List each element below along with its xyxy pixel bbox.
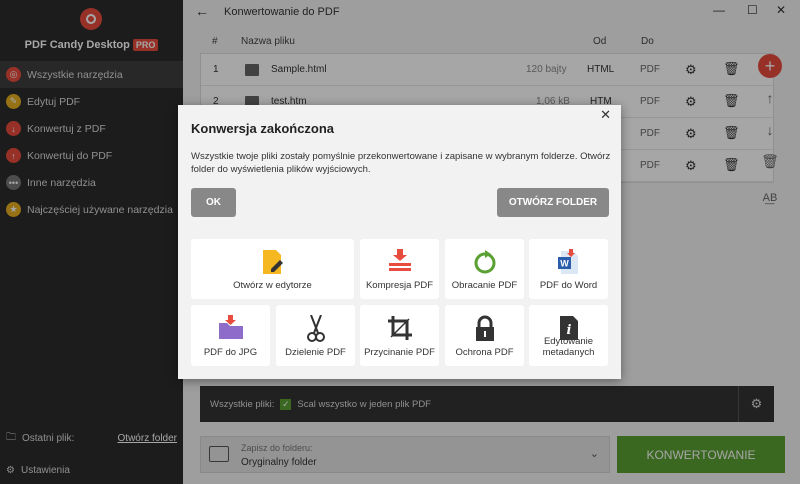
ok-button[interactable]: OK <box>191 188 236 217</box>
lock-icon <box>475 315 494 341</box>
edit-document-icon <box>262 250 283 274</box>
crop-icon <box>387 316 412 340</box>
image-folder-icon <box>218 315 243 339</box>
tile-label: PDF do JPG <box>203 347 258 358</box>
dialog-title: Konwersja zakończona <box>191 121 335 136</box>
tile-edit-metadata[interactable]: i Edytowanie metadanych <box>529 305 608 366</box>
tile-label: Dzielenie PDF <box>285 347 346 358</box>
svg-text:i: i <box>566 323 571 338</box>
conversion-complete-dialog: ✕ Konwersja zakończona Wszystkie twoje p… <box>178 105 621 379</box>
tile-pdf-to-jpg[interactable]: PDF do JPG <box>191 305 270 366</box>
tile-crop-pdf[interactable]: Przycinanie PDF <box>360 305 439 366</box>
svg-text:W: W <box>560 259 569 269</box>
tile-label: Ochrona PDF <box>455 347 514 358</box>
open-folder-button[interactable]: OTWÓRZ FOLDER <box>497 188 609 217</box>
word-document-icon: W <box>557 249 578 274</box>
tile-pdf-to-word[interactable]: W PDF do Word <box>529 239 608 299</box>
close-icon[interactable]: ✕ <box>600 107 611 123</box>
dialog-message: Wszystkie twoje pliki zostały pomyślnie … <box>191 151 611 175</box>
compress-icon <box>388 249 411 271</box>
tile-label: Obracanie PDF <box>451 280 518 291</box>
tile-open-in-editor[interactable]: Otwórz w edytorze <box>191 239 354 299</box>
tile-label: Kompresja PDF <box>365 280 434 291</box>
rotate-icon <box>474 250 495 274</box>
tile-label: Przycinanie PDF <box>364 347 435 358</box>
tile-rotate-pdf[interactable]: Obracanie PDF <box>445 239 524 299</box>
tile-protect-pdf[interactable]: Ochrona PDF <box>445 305 524 366</box>
info-document-icon: i <box>559 316 578 340</box>
tile-label: Otwórz w edytorze <box>233 280 312 291</box>
tile-compress-pdf[interactable]: Kompresja PDF <box>360 239 439 299</box>
tile-split-pdf[interactable]: Dzielenie PDF <box>276 305 355 366</box>
scissors-icon <box>306 315 325 342</box>
tile-label: PDF do Word <box>539 280 598 291</box>
